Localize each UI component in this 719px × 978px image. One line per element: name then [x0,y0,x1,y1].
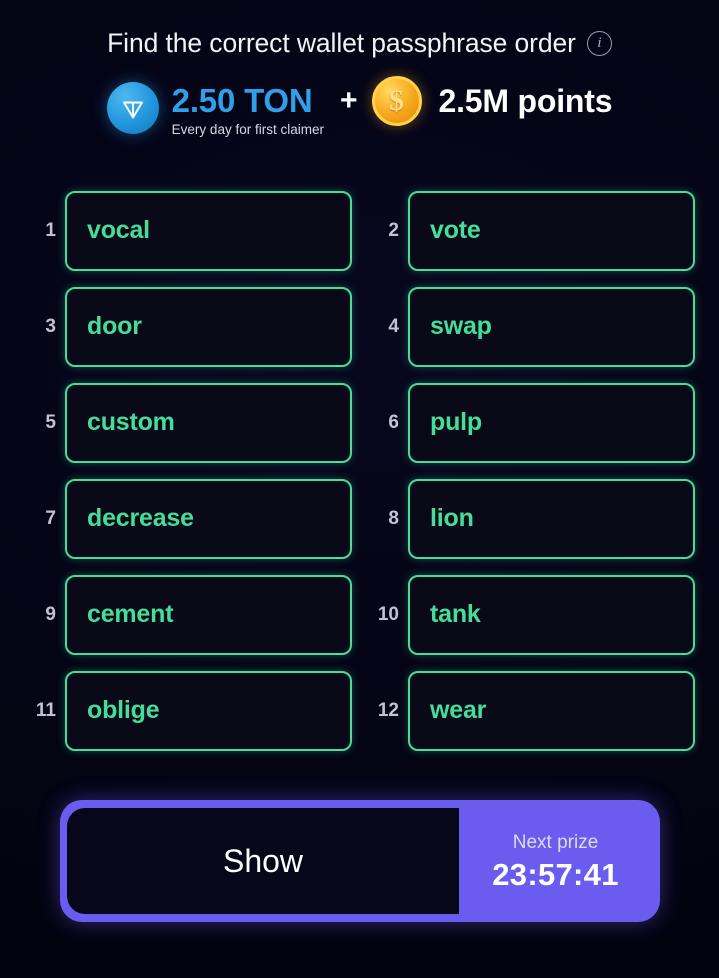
word-index: 2 [388,220,399,241]
dollar-coin-glyph: $ [389,83,404,117]
word-index: 3 [45,316,56,337]
word-label: vocal [87,216,150,244]
word-card[interactable]: lion [408,478,695,559]
word-index: 5 [45,412,56,433]
word-card[interactable]: swap [408,286,695,367]
word-label: oblige [87,696,160,724]
word-label: pulp [430,408,482,436]
word-label: swap [430,312,492,340]
next-prize-countdown: 23:57:41 [492,856,619,892]
word-index: 7 [45,508,56,529]
word-index: 12 [377,700,399,721]
ton-amount: 2.50 TON [171,82,313,120]
word-card[interactable]: vote [408,190,695,271]
word-card[interactable]: tank [408,574,695,655]
word-index: 11 [35,700,56,721]
word-card[interactable]: door [65,286,352,367]
word-index: 4 [388,316,399,337]
prize-banner: 2.50 TON Every day for first claimer + $… [0,73,719,143]
word-card[interactable]: wear [408,670,695,751]
ton-logo-icon [106,81,159,134]
word-cell: 5 custom [24,382,352,463]
word-cell: 7 decrease [24,478,352,559]
word-cell: 12 wear [367,670,695,751]
word-label: decrease [87,504,194,532]
word-label: lion [430,504,474,532]
word-cell: 6 pulp [367,382,695,463]
info-icon[interactable]: i [586,30,612,56]
word-cell: 1 vocal [24,190,352,271]
word-card[interactable]: oblige [65,670,352,751]
word-label: tank [430,600,481,628]
word-label: wear [430,696,487,724]
page-header: Find the correct wallet passphrase order… [0,0,719,57]
points-amount: 2.5M points [438,82,613,119]
plus-separator: + [339,83,358,117]
word-cell: 10 tank [367,574,695,655]
word-cell: 4 swap [367,286,695,367]
show-button[interactable]: Show [67,808,459,914]
word-card[interactable]: pulp [408,382,695,463]
passphrase-game-screen: Find the correct wallet passphrase order… [0,0,719,978]
word-index: 9 [45,604,56,625]
next-prize-timer: Next prize 23:57:41 [459,808,652,914]
bottom-action-bar: Show Next prize 23:57:41 [60,800,660,922]
info-icon-glyph: i [597,34,602,51]
word-cell: 3 door [24,286,352,367]
word-index: 10 [377,604,399,625]
dollar-coin-icon: $ [371,75,422,126]
word-cell: 9 cement [24,574,352,655]
word-card[interactable]: custom [65,382,352,463]
word-index: 1 [45,220,56,241]
word-index: 8 [388,508,399,529]
word-card[interactable]: vocal [65,190,352,271]
ton-prize-text: 2.50 TON Every day for first claimer [172,84,324,137]
ton-subtitle: Every day for first claimer [171,122,324,138]
passphrase-word-grid: 1 vocal 2 vote 3 door 4 swap 5 custom 6 … [0,190,719,751]
word-card[interactable]: cement [65,574,352,655]
word-label: door [87,312,142,340]
word-label: vote [430,216,481,244]
word-label: custom [87,408,175,436]
word-cell: 2 vote [367,190,695,271]
page-title: Find the correct wallet passphrase order [107,28,576,58]
next-prize-label: Next prize [512,831,599,853]
word-index: 6 [388,412,399,433]
word-label: cement [87,600,174,628]
word-cell: 11 oblige [24,670,352,751]
word-card[interactable]: decrease [65,478,352,559]
word-cell: 8 lion [367,478,695,559]
show-button-label: Show [222,843,304,879]
